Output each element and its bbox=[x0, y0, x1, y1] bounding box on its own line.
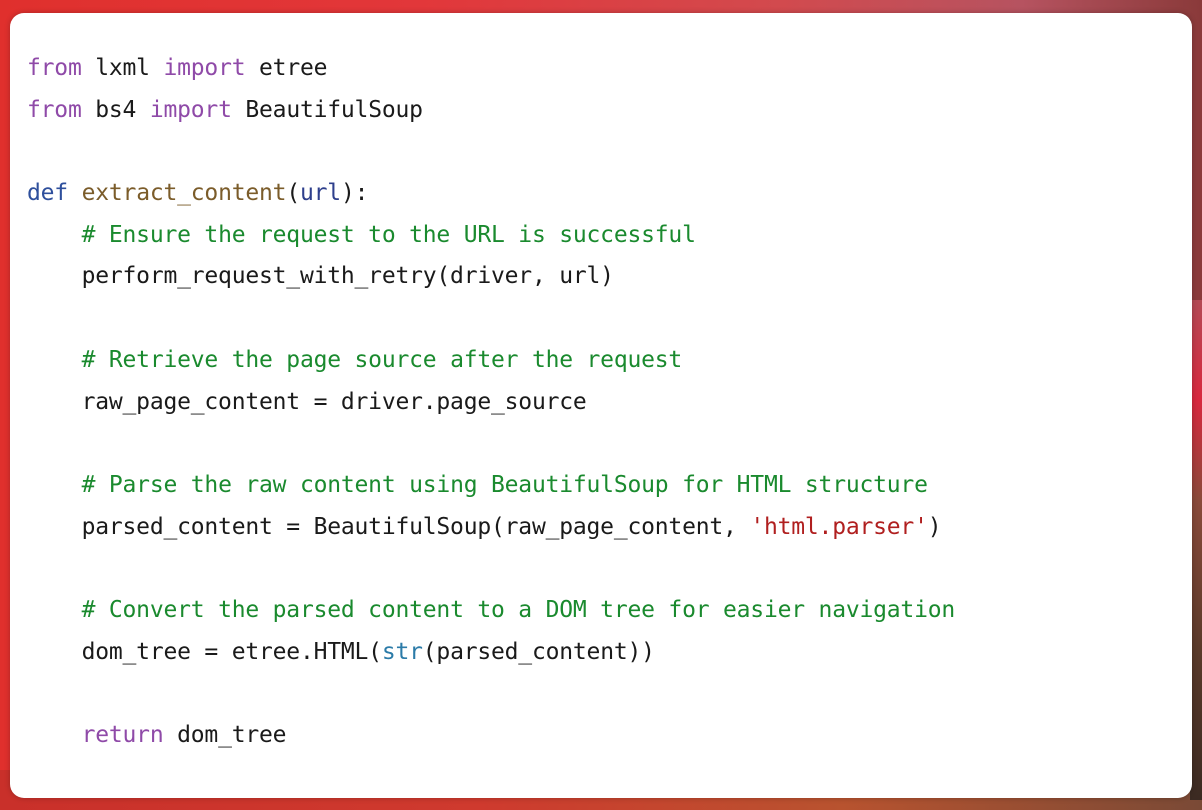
def-keyword-token: def bbox=[27, 180, 68, 207]
code-line: perform_request_with_retry(driver, url) bbox=[27, 256, 955, 298]
builtin-token: str bbox=[381, 638, 423, 665]
code-line: from lxml import etree bbox=[27, 48, 955, 90]
code-line: # Ensure the request to the URL is succe… bbox=[27, 215, 955, 257]
function-name-token: extract_content bbox=[81, 180, 287, 207]
keyword-token: from bbox=[27, 96, 82, 123]
code-line: from bs4 import BeautifulSoup bbox=[27, 90, 955, 132]
code-card: from lxml import etree from bs4 import Be… bbox=[10, 13, 1192, 798]
code-text: dom_tree = etree.HTML( bbox=[27, 638, 382, 665]
comment-token: # Parse the raw content using BeautifulS… bbox=[81, 471, 928, 498]
keyword-token: from bbox=[27, 55, 82, 81]
code-line: return dom_tree bbox=[27, 715, 955, 757]
string-token: 'html.parser' bbox=[750, 513, 928, 540]
code-text: BeautifulSoup bbox=[231, 96, 423, 123]
code-line: parsed_content = BeautifulSoup(raw_page_… bbox=[27, 507, 955, 549]
parameter-token: url bbox=[299, 180, 341, 207]
code-text: ( bbox=[286, 180, 300, 207]
code-text: perform_request_with_retry(driver, url) bbox=[27, 263, 614, 290]
code-line: # Retrieve the page source after the req… bbox=[27, 340, 955, 382]
code-line: # Convert the parsed content to a DOM tr… bbox=[27, 590, 956, 632]
code-block: from lxml import etree from bs4 import Be… bbox=[27, 48, 955, 757]
code-text: raw_page_content = driver.page_source bbox=[27, 388, 587, 415]
code-text: lxml bbox=[81, 55, 164, 81]
comment-token: # Convert the parsed content to a DOM tr… bbox=[81, 596, 956, 623]
code-line: def extract_content(url): bbox=[27, 173, 955, 215]
code-line: # Parse the raw content using BeautifulS… bbox=[27, 465, 955, 507]
code-text: dom_tree bbox=[163, 722, 287, 748]
code-text: etree bbox=[245, 55, 328, 81]
code-text: parsed_content = BeautifulSoup(raw_page_… bbox=[27, 513, 751, 540]
keyword-token: import bbox=[149, 96, 232, 123]
code-text: ) bbox=[927, 513, 942, 540]
comment-token: # Ensure the request to the URL is succe… bbox=[81, 221, 696, 248]
comment-token: # Retrieve the page source after the req… bbox=[81, 346, 683, 373]
keyword-token: return bbox=[81, 722, 164, 748]
code-line: raw_page_content = driver.page_source bbox=[27, 382, 955, 424]
code-text: ): bbox=[340, 180, 369, 207]
code-text: bs4 bbox=[81, 96, 150, 123]
keyword-token: import bbox=[163, 55, 246, 81]
code-text: (parsed_content)) bbox=[422, 638, 655, 665]
code-line: dom_tree = etree.HTML(str(parsed_content… bbox=[27, 632, 955, 674]
